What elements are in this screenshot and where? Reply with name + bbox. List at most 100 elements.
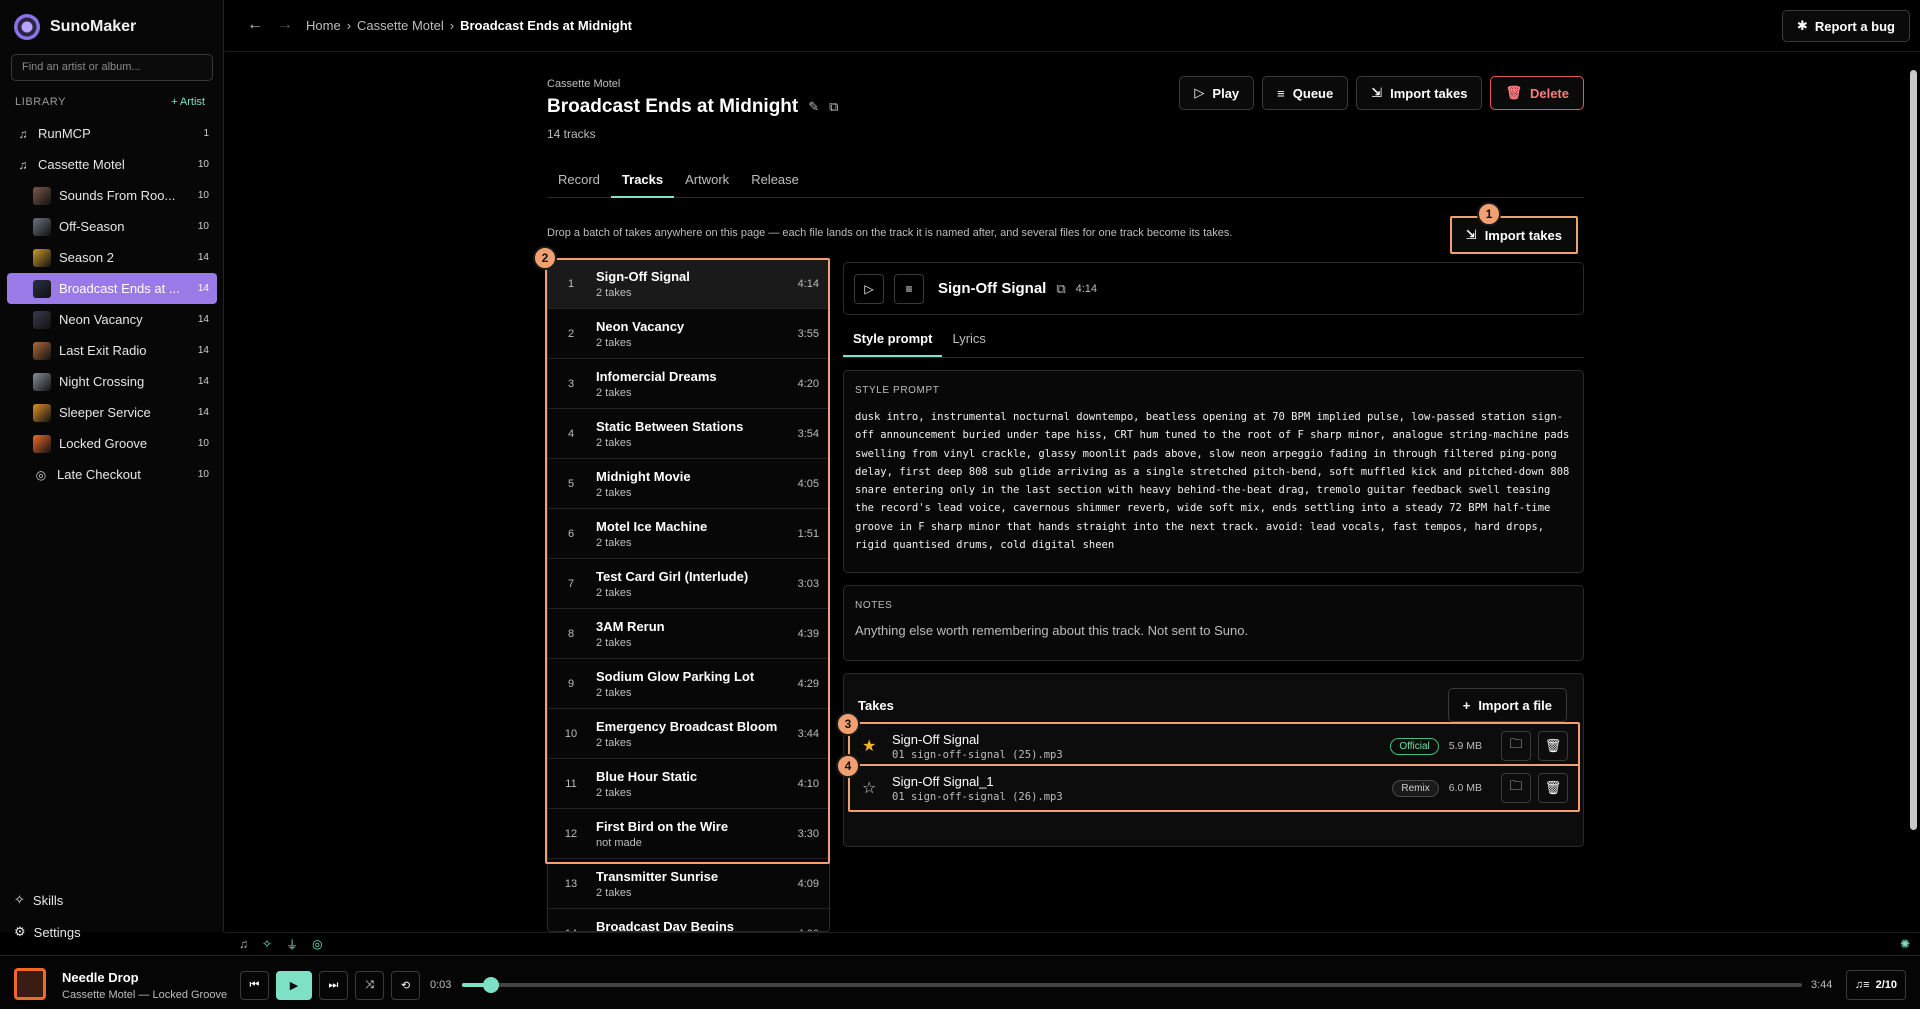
page-scrollbar[interactable]: [1906, 52, 1920, 932]
artist-search-input[interactable]: Find an artist or album...: [11, 54, 213, 81]
tab-style-prompt[interactable]: Style prompt: [843, 327, 943, 357]
progress-handle[interactable]: [483, 977, 500, 993]
take-badge[interactable]: Remix: [1392, 779, 1439, 797]
sidebar-item[interactable]: Night Crossing 14: [7, 366, 217, 397]
take-badge[interactable]: Official: [1390, 737, 1439, 755]
notes-input[interactable]: Anything else worth remembering about th…: [855, 623, 1572, 638]
sidebar-item[interactable]: Sounds From Roo... 10: [7, 180, 217, 211]
copy-icon[interactable]: ⧉: [829, 99, 838, 115]
marker-3: 3: [836, 712, 860, 736]
take-row[interactable]: ☆ Sign-Off Signal_1 01 sign-off-signal (26…: [848, 764, 1580, 812]
tab-record[interactable]: Record: [547, 168, 611, 198]
previous-button[interactable]: ⏮: [240, 971, 269, 1000]
brand[interactable]: SunoMaker: [14, 14, 136, 40]
track-row[interactable]: 14Broadcast Day Begins2 takes4:00: [548, 909, 829, 932]
style-prompt-text[interactable]: dusk intro, instrumental nocturnal downt…: [855, 408, 1572, 554]
sidebar-item-count: 10: [197, 469, 209, 480]
open-folder-button[interactable]: 🗀: [1501, 731, 1531, 761]
sidebar-item[interactable]: Off-Season 10: [7, 211, 217, 242]
delete-button[interactable]: 🗑 Delete: [1490, 76, 1584, 110]
tab-tracks[interactable]: Tracks: [610, 168, 675, 198]
star-icon[interactable]: ☆: [862, 778, 880, 798]
track-row[interactable]: 11 Blue Hour Static 2 takes 4:10: [548, 759, 829, 809]
track-row[interactable]: 10 Emergency Broadcast Bloom 2 takes 3:44: [548, 709, 829, 759]
marker-1: 1: [1477, 202, 1501, 226]
track-row[interactable]: 5 Midnight Movie 2 takes 4:05: [548, 459, 829, 509]
report-bug-button[interactable]: ✱ Report a bug: [1781, 10, 1910, 42]
style-prompt-card[interactable]: STYLE PROMPT dusk intro, instrumental no…: [843, 370, 1584, 573]
tab-release[interactable]: Release: [740, 168, 810, 198]
track-row[interactable]: 1 Sign-Off Signal 2 takes 4:14: [548, 259, 829, 309]
scrollbar-thumb[interactable]: [1910, 70, 1917, 830]
edit-pencil-icon[interactable]: ✎: [808, 99, 819, 115]
track-meta: Emergency Broadcast Bloom 2 takes: [596, 719, 798, 749]
track-row[interactable]: 3 Infomercial Dreams 2 takes 4:20: [548, 359, 829, 409]
sidebar-item[interactable]: Season 2 14: [7, 242, 217, 273]
settings-status-icon[interactable]: ✺: [1900, 937, 1910, 951]
track-row[interactable]: 12 First Bird on the Wire not made 3:30: [548, 809, 829, 859]
back-arrow-icon[interactable]: ←: [247, 16, 263, 34]
sidebar-item[interactable]: Broadcast Ends at ... 14: [7, 273, 217, 304]
star-icon[interactable]: ★: [862, 736, 880, 756]
sidebar-item[interactable]: Neon Vacancy 14: [7, 304, 217, 335]
track-row[interactable]: 2 Neon Vacancy 2 takes 3:55: [548, 309, 829, 359]
sidebar-item[interactable]: Last Exit Radio 14: [7, 335, 217, 366]
progress-slider[interactable]: [462, 977, 1802, 993]
sidebar-item[interactable]: Locked Groove 10: [7, 428, 217, 459]
breadcrumb-artist[interactable]: Cassette Motel: [357, 18, 444, 33]
repeat-button[interactable]: ⟲: [391, 971, 420, 1000]
shuffle-button[interactable]: ⤨: [355, 971, 384, 1000]
track-duration: 3:54: [797, 427, 819, 440]
queue-toggle-button[interactable]: ♫≡ 2/10: [1845, 970, 1906, 1000]
play-pause-button[interactable]: ▶: [276, 971, 312, 1000]
track-title: Motel Ice Machine: [596, 518, 708, 534]
next-button[interactable]: ⏭: [319, 971, 348, 1000]
plug-icon[interactable]: ⏚: [286, 936, 298, 953]
marker-2: 2: [533, 246, 557, 270]
forward-arrow-icon[interactable]: →: [277, 16, 293, 34]
sidebar-item-count: 10: [197, 190, 209, 201]
notes-card[interactable]: NOTES Anything else worth remembering ab…: [843, 585, 1584, 661]
delete-take-button[interactable]: 🗑: [1538, 773, 1568, 803]
sidebar-item-label: Off-Season: [59, 219, 125, 234]
sidebar-item[interactable]: Sleeper Service 14: [7, 397, 217, 428]
tab-artwork[interactable]: Artwork: [674, 168, 740, 198]
track-row[interactable]: 6 Motel Ice Machine 2 takes 1:51: [548, 509, 829, 559]
status-strip: ♫ ✧ ⏚ ◎ ✺: [225, 932, 1920, 955]
radio-icon[interactable]: ◎: [312, 937, 322, 951]
queue-button[interactable]: ≡ Queue: [1262, 76, 1349, 110]
album-artist-link[interactable]: Cassette Motel: [547, 78, 620, 90]
add-artist-button[interactable]: + Artist: [171, 96, 205, 108]
sidebar-item[interactable]: ♫ Cassette Motel 10: [7, 149, 217, 180]
play-button[interactable]: ▷ Play: [1179, 76, 1255, 110]
sparkle-icon[interactable]: ✧: [262, 937, 272, 951]
track-takes-count: 2 takes: [596, 286, 632, 299]
track-row[interactable]: 13 Transmitter Sunrise 2 takes 4:09: [548, 859, 829, 909]
track-number: 2: [567, 327, 575, 340]
track-row[interactable]: 4 Static Between Stations 2 takes 3:54: [548, 409, 829, 459]
track-row[interactable]: 9 Sodium Glow Parking Lot 2 takes 4:29: [548, 659, 829, 709]
sidebar-item[interactable]: ◎ Late Checkout 10: [7, 459, 217, 490]
copy-icon[interactable]: ⧉: [1056, 281, 1065, 297]
bug-icon: ✱: [1796, 18, 1808, 33]
import-takes-button[interactable]: ⇲ Import takes: [1449, 216, 1578, 254]
tab-lyrics[interactable]: Lyrics: [942, 327, 995, 357]
breadcrumb-home[interactable]: Home: [306, 18, 341, 33]
import-takes-header-button[interactable]: ⇲ Import takes: [1356, 76, 1483, 110]
settings-nav[interactable]: ⚙ Settings: [14, 924, 204, 940]
delete-take-button[interactable]: 🗑: [1538, 731, 1568, 761]
track-row[interactable]: 8 3AM Rerun 2 takes 4:39: [548, 609, 829, 659]
track-queue-button[interactable]: ≡: [894, 273, 924, 304]
library-header: LIBRARY + Artist: [15, 96, 205, 108]
sidebar-item[interactable]: ♫ RunMCP 1: [7, 118, 217, 149]
import-icon: ⇲: [1465, 227, 1477, 242]
track-row[interactable]: 7 Test Card Girl (Interlude) 2 takes 3:03: [548, 559, 829, 609]
open-folder-button[interactable]: 🗀: [1501, 773, 1531, 803]
track-play-button[interactable]: ▷: [854, 273, 884, 304]
take-row[interactable]: ★ Sign-Off Signal 01 sign-off-signal (25).…: [848, 722, 1580, 770]
track-duration: 4:10: [797, 777, 819, 790]
import-file-button[interactable]: + Import a file: [1447, 688, 1567, 722]
track-title: First Bird on the Wire: [596, 818, 729, 834]
music-note-icon[interactable]: ♫: [239, 937, 248, 951]
skills-nav[interactable]: ✧ Skills: [14, 892, 204, 908]
